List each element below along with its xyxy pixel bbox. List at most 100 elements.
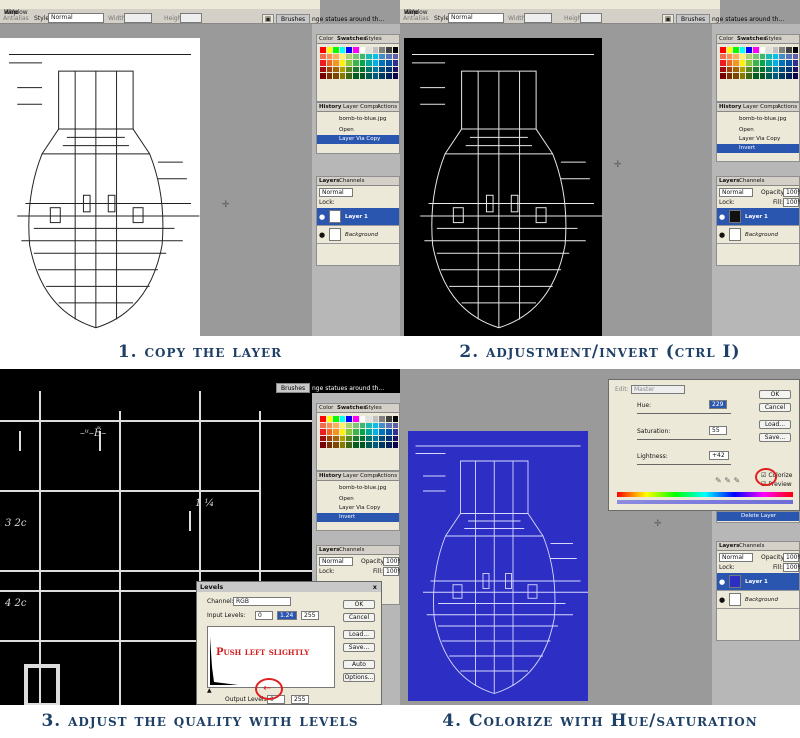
eye-icon[interactable]: ● bbox=[719, 578, 725, 586]
color-swatch[interactable] bbox=[339, 442, 346, 448]
color-swatch[interactable] bbox=[326, 53, 333, 60]
color-swatch[interactable] bbox=[339, 416, 346, 422]
ok-button[interactable]: OK bbox=[343, 600, 375, 609]
eye-icon[interactable]: ● bbox=[719, 596, 725, 604]
color-swatch[interactable] bbox=[320, 429, 326, 435]
color-swatch[interactable] bbox=[785, 73, 792, 79]
color-swatch[interactable] bbox=[326, 47, 333, 53]
color-swatch[interactable] bbox=[759, 73, 766, 79]
color-swatch[interactable] bbox=[752, 60, 759, 66]
color-swatch[interactable] bbox=[333, 66, 339, 73]
color-swatch[interactable] bbox=[785, 66, 792, 73]
color-swatch[interactable] bbox=[352, 60, 359, 66]
input-gamma-field[interactable]: 1.24 bbox=[277, 611, 297, 620]
ok-button[interactable]: OK bbox=[759, 390, 791, 399]
color-swatch[interactable] bbox=[326, 442, 333, 448]
color-swatch[interactable] bbox=[366, 429, 372, 435]
history-step-open[interactable]: Open bbox=[317, 126, 399, 135]
tab-color[interactable]: Color bbox=[319, 405, 333, 411]
color-swatch[interactable] bbox=[359, 442, 366, 448]
color-swatch[interactable] bbox=[720, 53, 726, 60]
swatch-grid[interactable] bbox=[317, 44, 399, 82]
style-select[interactable]: Normal bbox=[448, 13, 504, 23]
brushes-tab[interactable]: Brushes bbox=[676, 14, 711, 24]
tab-history[interactable]: History bbox=[319, 104, 341, 110]
color-swatch[interactable] bbox=[392, 429, 399, 435]
color-swatch[interactable] bbox=[326, 435, 333, 442]
history-step-delete-layer[interactable]: Delete Layer bbox=[717, 512, 799, 521]
color-swatch[interactable] bbox=[759, 60, 766, 66]
load-button[interactable]: Load... bbox=[759, 420, 791, 429]
color-swatch[interactable] bbox=[359, 73, 366, 79]
color-swatch[interactable] bbox=[726, 47, 733, 53]
color-swatch[interactable] bbox=[733, 47, 739, 53]
color-swatch[interactable] bbox=[372, 429, 379, 435]
color-swatch[interactable] bbox=[333, 73, 339, 79]
color-swatch[interactable] bbox=[339, 60, 346, 66]
color-swatch[interactable] bbox=[772, 53, 779, 60]
tab-actions[interactable]: Actions bbox=[777, 104, 797, 110]
color-swatch[interactable] bbox=[385, 73, 392, 79]
document-canvas[interactable] bbox=[404, 38, 602, 336]
color-swatch[interactable] bbox=[366, 435, 372, 442]
tab-layer-comps[interactable]: Layer Comps bbox=[743, 104, 779, 110]
document-canvas[interactable] bbox=[0, 38, 200, 336]
tab-styles[interactable]: Styles bbox=[365, 36, 382, 42]
color-swatch[interactable] bbox=[372, 416, 379, 422]
color-swatch[interactable] bbox=[392, 73, 399, 79]
layer-row-background[interactable]: ● Background bbox=[717, 226, 799, 244]
color-swatch[interactable] bbox=[733, 53, 739, 60]
swatch-grid[interactable] bbox=[317, 413, 399, 451]
color-swatch[interactable] bbox=[366, 53, 372, 60]
color-swatch[interactable] bbox=[352, 442, 359, 448]
color-swatch[interactable] bbox=[326, 416, 333, 422]
load-button[interactable]: Load... bbox=[343, 630, 375, 639]
color-swatch[interactable] bbox=[385, 435, 392, 442]
color-swatch[interactable] bbox=[392, 53, 399, 60]
history-step-open[interactable]: Open bbox=[317, 495, 399, 504]
tab-color[interactable]: Color bbox=[719, 36, 733, 42]
blend-mode-select[interactable]: Normal bbox=[719, 188, 753, 197]
color-swatch[interactable] bbox=[339, 47, 346, 53]
color-swatch[interactable] bbox=[346, 60, 352, 66]
color-swatch[interactable] bbox=[792, 73, 799, 79]
color-swatch[interactable] bbox=[372, 47, 379, 53]
color-swatch[interactable] bbox=[392, 422, 399, 429]
color-swatch[interactable] bbox=[772, 66, 779, 73]
tab-channels[interactable]: Channels bbox=[339, 178, 364, 184]
color-swatch[interactable] bbox=[385, 60, 392, 66]
tab-styles[interactable]: Styles bbox=[365, 405, 382, 411]
blend-mode-select[interactable]: Normal bbox=[319, 188, 353, 197]
brushes-tab[interactable]: Brushes bbox=[276, 383, 311, 393]
style-select[interactable]: Normal bbox=[48, 13, 104, 23]
color-swatch[interactable] bbox=[752, 53, 759, 60]
color-swatch[interactable] bbox=[366, 416, 372, 422]
color-swatch[interactable] bbox=[733, 66, 739, 73]
color-swatch[interactable] bbox=[726, 73, 733, 79]
history-step-invert[interactable]: Invert bbox=[717, 144, 799, 153]
eye-icon[interactable]: ● bbox=[319, 231, 325, 239]
history-step-layer-via-copy[interactable]: Layer Via Copy bbox=[317, 504, 399, 513]
color-swatch[interactable] bbox=[379, 73, 385, 79]
color-swatch[interactable] bbox=[339, 422, 346, 429]
blend-mode-select[interactable]: Normal bbox=[719, 553, 753, 562]
color-swatch[interactable] bbox=[739, 47, 746, 53]
color-swatch[interactable] bbox=[366, 66, 372, 73]
color-swatch[interactable] bbox=[333, 422, 339, 429]
tab-layers[interactable]: Layers bbox=[719, 543, 739, 549]
color-swatch[interactable] bbox=[766, 66, 772, 73]
color-swatch[interactable] bbox=[352, 66, 359, 73]
color-swatch[interactable] bbox=[320, 53, 326, 60]
color-swatch[interactable] bbox=[359, 429, 366, 435]
tab-actions[interactable]: Actions bbox=[377, 104, 397, 110]
tab-swatches[interactable]: Swatches bbox=[337, 405, 367, 411]
color-swatch[interactable] bbox=[746, 73, 752, 79]
color-swatch[interactable] bbox=[366, 442, 372, 448]
color-swatch[interactable] bbox=[385, 53, 392, 60]
auto-button[interactable]: Auto bbox=[343, 660, 375, 669]
width-field[interactable] bbox=[124, 13, 152, 23]
color-swatch[interactable] bbox=[385, 429, 392, 435]
color-swatch[interactable] bbox=[739, 60, 746, 66]
color-swatch[interactable] bbox=[385, 66, 392, 73]
tab-color[interactable]: Color bbox=[319, 36, 333, 42]
